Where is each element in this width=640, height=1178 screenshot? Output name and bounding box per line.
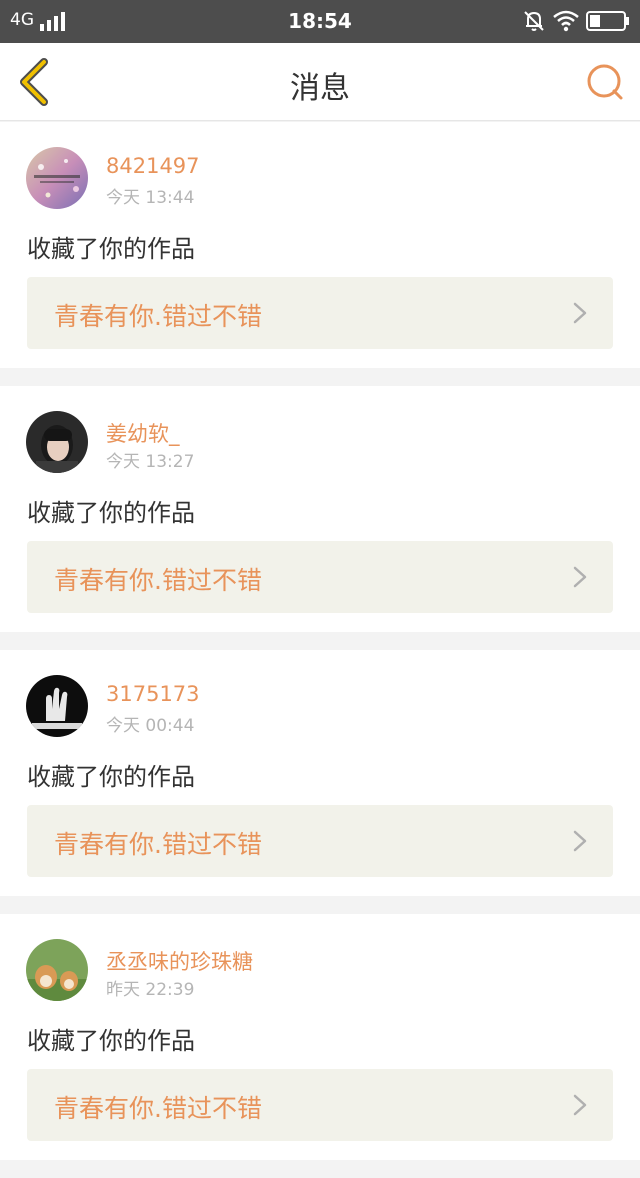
username[interactable]: 姜幼软_ <box>106 418 180 448</box>
action-text: 收藏了你的作品 <box>27 499 195 527</box>
username[interactable]: 3175173 <box>106 682 200 706</box>
timestamp: 今天 00:44 <box>106 716 195 736</box>
nav-bar: 消息 <box>0 43 640 121</box>
battery-icon <box>586 11 629 31</box>
work-link[interactable]: 青春有你.错过不错 <box>27 805 613 877</box>
avatar[interactable] <box>26 147 88 209</box>
work-title: 青春有你.错过不错 <box>54 302 262 331</box>
avatar[interactable] <box>26 675 88 737</box>
mute-bell-icon <box>524 11 544 31</box>
wifi-icon <box>553 10 579 32</box>
message-card: 丞丞味的珍珠糖 昨天 22:39 收藏了你的作品 青春有你.错过不错 <box>0 914 640 1160</box>
work-link[interactable]: 青春有你.错过不错 <box>27 541 613 613</box>
chevron-right-icon <box>573 302 587 324</box>
search-icon[interactable] <box>584 61 626 103</box>
status-bar: 4G 18:54 <box>0 0 640 43</box>
page-title: 消息 <box>290 71 350 106</box>
message-card: 姜幼软_ 今天 13:27 收藏了你的作品 青春有你.错过不错 <box>0 386 640 632</box>
work-title: 青春有你.错过不错 <box>54 830 262 859</box>
action-text: 收藏了你的作品 <box>27 763 195 791</box>
message-list: 8421497 今天 13:44 收藏了你的作品 青春有你.错过不错 姜幼软_ … <box>0 122 640 1178</box>
chevron-right-icon <box>573 566 587 588</box>
message-card: 8421497 今天 13:44 收藏了你的作品 青春有你.错过不错 <box>0 122 640 368</box>
action-text: 收藏了你的作品 <box>27 235 195 263</box>
message-card: 3175173 今天 00:44 收藏了你的作品 青春有你.错过不错 <box>0 650 640 896</box>
timestamp: 昨天 22:39 <box>106 980 195 1000</box>
avatar[interactable] <box>26 939 88 1001</box>
timestamp: 今天 13:44 <box>106 188 195 208</box>
username[interactable]: 8421497 <box>106 154 200 178</box>
work-title: 青春有你.错过不错 <box>54 566 262 595</box>
timestamp: 今天 13:27 <box>106 452 195 472</box>
work-title: 青春有你.错过不错 <box>54 1094 262 1123</box>
avatar[interactable] <box>26 411 88 473</box>
username[interactable]: 丞丞味的珍珠糖 <box>106 946 253 976</box>
work-link[interactable]: 青春有你.错过不错 <box>27 1069 613 1141</box>
chevron-right-icon <box>573 830 587 852</box>
chevron-right-icon <box>573 1094 587 1116</box>
action-text: 收藏了你的作品 <box>27 1027 195 1055</box>
work-link[interactable]: 青春有你.错过不错 <box>27 277 613 349</box>
